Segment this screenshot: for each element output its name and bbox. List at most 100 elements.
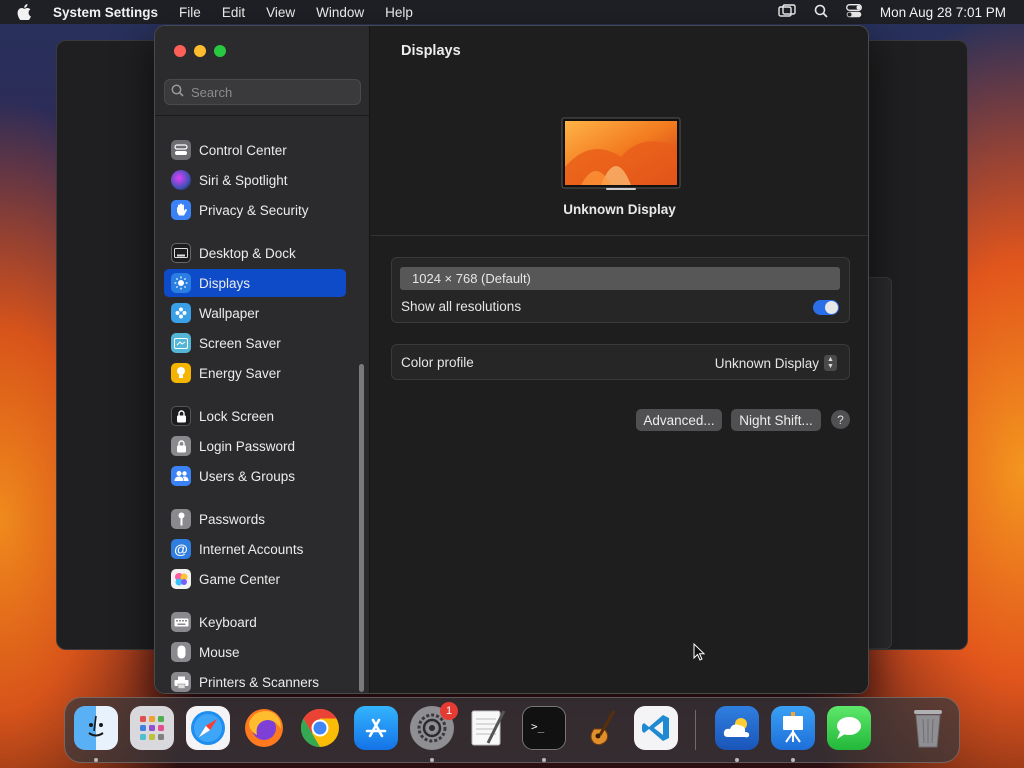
dock-separator	[695, 710, 696, 750]
display-name: Unknown Display	[563, 202, 676, 217]
dock-trash-icon[interactable]	[906, 706, 950, 750]
keyboard-icon	[171, 612, 191, 632]
running-indicator	[735, 758, 739, 762]
sidebar-item-lock-screen[interactable]: Lock Screen	[164, 402, 346, 430]
sidebar-item-label: Siri & Spotlight	[199, 172, 288, 188]
dock-vscode-icon[interactable]	[634, 706, 678, 750]
sidebar-item-label: Keyboard	[199, 614, 257, 630]
sidebar-item-label: Desktop & Dock	[199, 245, 296, 261]
night-shift-button[interactable]: Night Shift...	[731, 409, 821, 431]
sidebar-item-energy-saver[interactable]: Energy Saver	[164, 359, 346, 387]
sidebar-item-siri-spotlight[interactable]: Siri & Spotlight	[164, 166, 346, 194]
dock-textedit-icon[interactable]	[466, 706, 510, 750]
sidebar-item-label: Displays	[199, 275, 251, 291]
menu-window[interactable]: Window	[316, 5, 364, 20]
show-all-resolutions-toggle[interactable]	[813, 300, 839, 315]
sidebar-item-privacy-security[interactable]: Privacy & Security	[164, 196, 346, 224]
close-button[interactable]	[174, 45, 186, 57]
sidebar-item-login-password[interactable]: Login Password	[164, 432, 346, 460]
dock-chrome-icon[interactable]	[298, 706, 342, 750]
sidebar-item-label: Mouse	[199, 644, 240, 660]
sidebar-item-label: Privacy & Security	[199, 202, 309, 218]
sidebar-item-passwords[interactable]: Passwords	[164, 505, 346, 533]
section-divider	[371, 235, 868, 236]
sidebar-item-keyboard[interactable]: Keyboard	[164, 608, 346, 636]
search-input[interactable]: Search	[191, 85, 232, 100]
apple-menu-icon[interactable]	[17, 4, 39, 20]
menu-clock[interactable]: Mon Aug 28 7:01 PM	[880, 5, 1006, 20]
running-indicator	[542, 758, 546, 762]
dock-system-settings-icon[interactable]: 1	[410, 702, 458, 750]
sidebar-item-desktop-dock[interactable]: Desktop & Dock	[164, 239, 346, 267]
menu-help[interactable]: Help	[385, 5, 413, 20]
minimize-button[interactable]	[194, 45, 206, 57]
sidebar-item-label: Wallpaper	[199, 305, 260, 321]
sun-icon	[171, 273, 191, 293]
zoom-button[interactable]	[214, 45, 226, 57]
notification-badge: 1	[440, 702, 458, 720]
sidebar-item-screen-saver[interactable]: Screen Saver	[164, 329, 346, 357]
menu-file[interactable]: File	[179, 5, 201, 20]
color-profile-group: Color profile Unknown Display ▲ ▼	[391, 344, 850, 380]
resolution-option-selected[interactable]: 1024 × 768 (Default)	[400, 267, 840, 290]
dock-launchpad-icon[interactable]	[130, 706, 174, 750]
search-field[interactable]: Search	[164, 79, 361, 105]
siri-icon	[171, 170, 191, 190]
control-center-icon	[171, 140, 191, 160]
sidebar-item-label: Control Center	[199, 142, 287, 158]
at-icon: @	[171, 539, 191, 559]
dock-firefox-icon[interactable]	[242, 706, 286, 750]
bulb-icon	[171, 363, 191, 383]
running-indicator	[791, 758, 795, 762]
dock-safari-icon[interactable]	[186, 706, 230, 750]
sidebar: Search Control Center Siri & Spotlight P…	[155, 26, 370, 693]
control-center-menu-icon[interactable]	[845, 3, 862, 21]
game-center-icon	[171, 569, 191, 589]
sidebar-item-label: Lock Screen	[199, 408, 275, 424]
resolution-group: 1024 × 768 (Default) Show all resolution…	[391, 257, 850, 323]
spotlight-search-icon[interactable]	[814, 4, 828, 21]
sidebar-item-users-groups[interactable]: Users & Groups	[164, 462, 346, 490]
display-arrangement-thumbnail[interactable]	[561, 117, 681, 197]
sidebar-item-label: Printers & Scanners	[199, 674, 320, 690]
sidebar-scrollbar[interactable]	[359, 364, 364, 692]
color-profile-label: Color profile	[401, 355, 474, 370]
dock-messages-icon[interactable]	[827, 706, 871, 750]
mouse-icon	[171, 642, 191, 662]
dock-terminal-icon[interactable]: >_	[522, 706, 566, 750]
desktop-dock-icon	[171, 243, 191, 263]
sidebar-item-printers-scanners[interactable]: Printers & Scanners	[164, 668, 346, 693]
sidebar-item-wallpaper[interactable]: Wallpaper	[164, 299, 346, 327]
help-button[interactable]: ?	[831, 410, 850, 429]
menu-view[interactable]: View	[266, 5, 295, 20]
menu-app-name[interactable]: System Settings	[53, 5, 158, 20]
svg-text:>_: >_	[531, 720, 545, 733]
running-indicator	[430, 758, 434, 762]
screen-mirroring-icon[interactable]	[778, 3, 796, 21]
menu-bar: System Settings File Edit View Window He…	[0, 0, 1024, 24]
sidebar-item-label: Game Center	[199, 571, 281, 587]
toggle-knob	[825, 301, 838, 314]
sidebar-item-control-center[interactable]: Control Center	[164, 136, 346, 164]
dock-app-store-icon[interactable]	[354, 706, 398, 750]
sidebar-item-internet-accounts[interactable]: @ Internet Accounts	[164, 535, 346, 563]
sidebar-divider	[155, 115, 369, 116]
sidebar-item-displays[interactable]: Displays	[164, 269, 346, 297]
key-icon	[171, 509, 191, 529]
search-icon	[171, 84, 184, 100]
running-indicator	[94, 758, 98, 762]
displays-pane: Displays Unknown Display 1024 × 768 (Def…	[371, 26, 868, 693]
color-profile-popup[interactable]: Unknown Display ▲ ▼	[715, 355, 837, 371]
menu-edit[interactable]: Edit	[222, 5, 245, 20]
dock-garageband-icon[interactable]	[578, 706, 622, 750]
dock: 1 >_	[64, 697, 960, 763]
sidebar-item-mouse[interactable]: Mouse	[164, 638, 346, 666]
dock-finder-icon[interactable]	[74, 706, 118, 750]
sidebar-item-label: Energy Saver	[199, 365, 281, 381]
dock-weather-icon[interactable]	[715, 706, 759, 750]
dock-keynote-icon[interactable]	[771, 706, 815, 750]
sidebar-item-game-center[interactable]: Game Center	[164, 565, 346, 593]
wallpaper-icon	[171, 303, 191, 323]
system-settings-window: Search Control Center Siri & Spotlight P…	[154, 25, 869, 694]
advanced-button[interactable]: Advanced...	[636, 409, 722, 431]
